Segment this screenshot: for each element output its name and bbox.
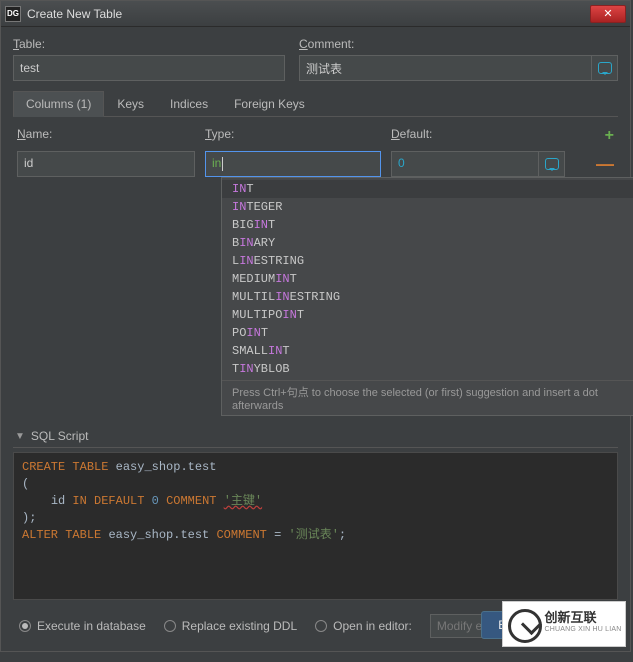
radio-execute-db[interactable]: Execute in database (19, 619, 146, 633)
autocomplete-item[interactable]: BINARY (222, 234, 633, 252)
speech-bubble-icon (598, 62, 612, 74)
autocomplete-hint: Press Ctrl+句点 to choose the selected (or… (222, 380, 633, 415)
autocomplete-item[interactable]: MEDIUMINT (222, 270, 633, 288)
watermark-logo-icon (506, 607, 540, 641)
columns-panel: Name: Type: Default: + id in 0 — INT (13, 117, 618, 177)
autocomplete-item[interactable]: INT (222, 180, 633, 198)
comment-label: Comment: (299, 37, 618, 51)
radio-replace-ddl[interactable]: Replace existing DDL (164, 619, 297, 633)
radio-open-editor[interactable]: Open in editor: (315, 619, 412, 633)
col-type-header: Type: (205, 127, 381, 145)
radio-icon (19, 620, 31, 632)
remove-column-button[interactable]: — (596, 160, 614, 168)
autocomplete-item[interactable]: MULTIPOINT (222, 306, 633, 324)
autocomplete-item[interactable]: INTEGER (222, 198, 633, 216)
comment-expand-button[interactable] (592, 55, 618, 81)
dialog-content: Table: Comment: Columns (1) Keys Indices… (1, 27, 630, 662)
column-default-input[interactable]: 0 (391, 151, 539, 177)
autocomplete-item[interactable]: SMALLINT (222, 342, 633, 360)
tab-indices[interactable]: Indices (157, 91, 221, 117)
default-expand-button[interactable] (539, 151, 565, 177)
tabs: Columns (1) Keys Indices Foreign Keys (13, 91, 618, 117)
autocomplete-item[interactable]: BIGINT (222, 216, 633, 234)
table-input[interactable] (13, 55, 285, 81)
sql-header[interactable]: ▼ SQL Script (13, 425, 618, 448)
autocomplete-item[interactable]: POINT (222, 324, 633, 342)
add-column-button[interactable]: + (605, 127, 614, 145)
watermark-text: 创新互联 CHUANG XIN HU LIAN (544, 612, 621, 636)
collapse-icon: ▼ (15, 431, 25, 442)
speech-bubble-icon (545, 158, 559, 170)
radio-icon (164, 620, 176, 632)
titlebar: DG Create New Table ✕ (1, 1, 630, 27)
tab-foreign-keys[interactable]: Foreign Keys (221, 91, 318, 117)
app-icon: DG (5, 6, 21, 22)
autocomplete-item[interactable]: MULTILINESTRING (222, 288, 633, 306)
autocomplete-item[interactable]: TINYBLOB (222, 360, 633, 378)
column-name-input[interactable]: id (17, 151, 195, 177)
close-icon: ✕ (603, 7, 612, 20)
comment-input[interactable] (299, 55, 592, 81)
sql-header-label: SQL Script (31, 429, 89, 443)
sql-editor[interactable]: CREATE TABLE easy_shop.test ( id IN DEFA… (13, 452, 618, 600)
col-default-header: Default: (391, 127, 565, 145)
watermark: 创新互联 CHUANG XIN HU LIAN (502, 601, 626, 647)
tab-columns[interactable]: Columns (1) (13, 91, 104, 117)
sql-section: ▼ SQL Script CREATE TABLE easy_shop.test… (13, 425, 618, 600)
table-label: Table: (13, 37, 285, 51)
col-name-header: Name: (17, 127, 195, 145)
close-button[interactable]: ✕ (590, 5, 626, 23)
window-title: Create New Table (27, 7, 590, 21)
radio-icon (315, 620, 327, 632)
column-type-input[interactable]: in (205, 151, 381, 177)
autocomplete-popup: INT INTEGER BIGINT BINARY LINESTRING MED… (221, 177, 633, 416)
autocomplete-item[interactable]: LINESTRING (222, 252, 633, 270)
dialog-window: DG Create New Table ✕ Table: Comment: Co… (0, 0, 631, 652)
tab-keys[interactable]: Keys (104, 91, 157, 117)
